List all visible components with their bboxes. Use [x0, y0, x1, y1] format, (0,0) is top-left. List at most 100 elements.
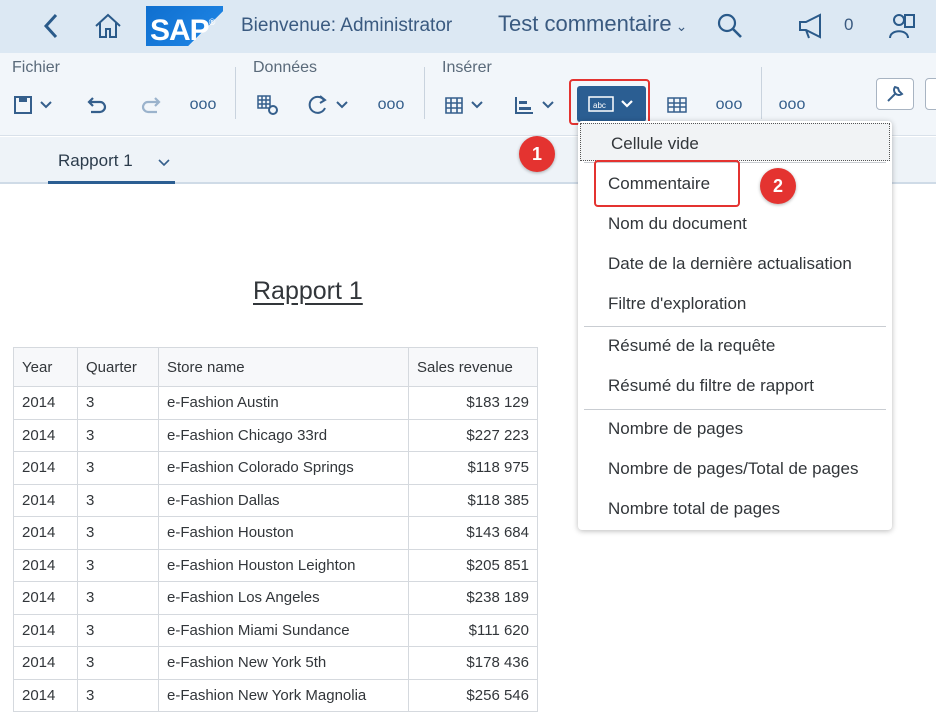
file-more-button[interactable]: ooo: [190, 89, 217, 121]
cell-quarter[interactable]: 3: [77, 451, 159, 485]
step-badge-2: 2: [760, 168, 796, 204]
cell-quarter[interactable]: 3: [77, 418, 159, 452]
cell-quarter[interactable]: 3: [77, 386, 159, 420]
column-header-store-name[interactable]: Store name: [158, 347, 409, 387]
megaphone-icon[interactable]: [794, 8, 830, 44]
menu-item-last-refresh-date[interactable]: Date de la dernière actualisation: [578, 244, 892, 284]
welcome-text: Bienvenue: Administrator: [241, 15, 453, 36]
report-title[interactable]: Rapport 1: [253, 277, 363, 306]
menu-item-page-number-total[interactable]: Nombre de pages/Total de pages: [578, 449, 892, 489]
document-title[interactable]: Test commentaire ⌄: [498, 11, 687, 37]
menu-item-drill-filter[interactable]: Filtre d'exploration: [578, 284, 892, 324]
cell-sales-revenue[interactable]: $111 620: [408, 613, 538, 647]
cell-sales-revenue[interactable]: $118 385: [408, 483, 538, 517]
document-title-text: Test commentaire: [498, 11, 672, 36]
undo-button[interactable]: [84, 89, 110, 121]
chevron-down-icon: ⌄: [675, 18, 688, 34]
cell-store-name[interactable]: e-Fashion Houston Leighton: [158, 548, 409, 582]
table-row: 2014 3 e-Fashion Austin $183 129: [13, 386, 538, 420]
cell-year[interactable]: 2014: [13, 418, 78, 452]
cell-store-name[interactable]: e-Fashion Dallas: [158, 483, 409, 517]
toolbar-more-button[interactable]: ooo: [779, 89, 806, 121]
data-more-button[interactable]: ooo: [378, 89, 405, 121]
cell-year[interactable]: 2014: [13, 678, 78, 712]
logo-text: SAP: [150, 14, 210, 47]
toolbar-divider: [235, 67, 236, 119]
insert-table-button[interactable]: [443, 89, 489, 121]
column-header-year[interactable]: Year: [13, 347, 78, 387]
table-row: 2014 3 e-Fashion Houston Leighton $205 851: [13, 548, 538, 582]
tab-rapport-1[interactable]: Rapport 1: [48, 137, 175, 184]
search-icon[interactable]: [712, 8, 748, 44]
menu-item-report-filter-summary[interactable]: Résumé du filtre de rapport: [578, 366, 892, 406]
tab-label: Rapport 1: [58, 151, 133, 170]
cell-store-name[interactable]: e-Fashion Miami Sundance: [158, 613, 409, 647]
cell-quarter[interactable]: 3: [77, 646, 159, 680]
menu-item-query-summary[interactable]: Résumé de la requête: [578, 326, 892, 366]
shell-bar: SAP® Bienvenue: Administrator Test comme…: [0, 0, 936, 53]
cell-sales-revenue[interactable]: $118 975: [408, 451, 538, 485]
insert-grid-button[interactable]: [664, 89, 690, 121]
chevron-down-icon[interactable]: [157, 153, 171, 173]
table-row: 2014 3 e-Fashion Houston $143 684: [13, 516, 538, 550]
table-row: 2014 3 e-Fashion Miami Sundance $111 620: [13, 613, 538, 647]
sap-logo[interactable]: SAP®: [146, 6, 223, 47]
cell-store-name[interactable]: e-Fashion New York Magnolia: [158, 678, 409, 712]
cell-quarter[interactable]: 3: [77, 548, 159, 582]
cell-year[interactable]: 2014: [13, 548, 78, 582]
group-label-file: Fichier: [12, 59, 61, 76]
table-row: 2014 3 e-Fashion New York 5th $178 436: [13, 646, 538, 680]
save-button[interactable]: [12, 89, 58, 121]
cell-sales-revenue[interactable]: $205 851: [408, 548, 538, 582]
refresh-button[interactable]: [306, 89, 352, 121]
group-label-insert: Insérer: [442, 59, 492, 76]
logo-mark: ®: [208, 17, 216, 27]
cell-sales-revenue[interactable]: $238 189: [408, 581, 538, 615]
user-settings-icon[interactable]: [884, 8, 920, 44]
cell-sales-revenue[interactable]: $143 684: [408, 516, 538, 550]
cell-quarter[interactable]: 3: [77, 483, 159, 517]
cell-store-name[interactable]: e-Fashion Houston: [158, 516, 409, 550]
menu-item-page-number[interactable]: Nombre de pages: [578, 409, 892, 449]
insert-more-button[interactable]: ooo: [716, 89, 743, 121]
insert-chart-button[interactable]: [513, 89, 559, 121]
menu-item-document-name[interactable]: Nom du document: [578, 204, 892, 244]
table-row: 2014 3 e-Fashion Los Angeles $238 189: [13, 581, 538, 615]
column-header-quarter[interactable]: Quarter: [77, 347, 159, 387]
data-settings-button[interactable]: [254, 89, 282, 121]
cell-year[interactable]: 2014: [13, 386, 78, 420]
highlight-box-step1: [569, 79, 650, 125]
table-row: 2014 3 e-Fashion Colorado Springs $118 975: [13, 451, 538, 485]
cell-quarter[interactable]: 3: [77, 581, 159, 615]
cell-year[interactable]: 2014: [13, 451, 78, 485]
column-header-sales-revenue[interactable]: Sales revenue: [408, 347, 538, 387]
cell-store-name[interactable]: e-Fashion Los Angeles: [158, 581, 409, 615]
cell-quarter[interactable]: 3: [77, 516, 159, 550]
cell-store-name[interactable]: e-Fashion Chicago 33rd: [158, 418, 409, 452]
cell-sales-revenue[interactable]: $227 223: [408, 418, 538, 452]
cell-quarter[interactable]: 3: [77, 678, 159, 712]
back-icon[interactable]: [33, 8, 69, 44]
redo-button[interactable]: [138, 89, 164, 121]
home-icon[interactable]: [90, 8, 126, 44]
cell-year[interactable]: 2014: [13, 483, 78, 517]
cell-sales-revenue[interactable]: $256 546: [408, 678, 538, 712]
cell-year[interactable]: 2014: [13, 646, 78, 680]
highlight-box-step2: [594, 160, 740, 207]
side-panel-button[interactable]: [925, 78, 936, 110]
cell-quarter[interactable]: 3: [77, 613, 159, 647]
report-table[interactable]: Year Quarter Store name Sales revenue 20…: [13, 347, 538, 712]
cell-sales-revenue[interactable]: $183 129: [408, 386, 538, 420]
cell-year[interactable]: 2014: [13, 613, 78, 647]
cell-store-name[interactable]: e-Fashion Austin: [158, 386, 409, 420]
cell-store-name[interactable]: e-Fashion New York 5th: [158, 646, 409, 680]
cell-store-name[interactable]: e-Fashion Colorado Springs: [158, 451, 409, 485]
cell-year[interactable]: 2014: [13, 581, 78, 615]
cell-sales-revenue[interactable]: $178 436: [408, 646, 538, 680]
cell-year[interactable]: 2014: [13, 516, 78, 550]
step-badge-1: 1: [519, 136, 555, 172]
menu-item-empty-cell[interactable]: Cellule vide: [580, 123, 890, 161]
menu-item-total-pages[interactable]: Nombre total de pages: [578, 489, 892, 529]
tools-button[interactable]: [876, 78, 914, 110]
group-label-data: Données: [253, 59, 318, 76]
